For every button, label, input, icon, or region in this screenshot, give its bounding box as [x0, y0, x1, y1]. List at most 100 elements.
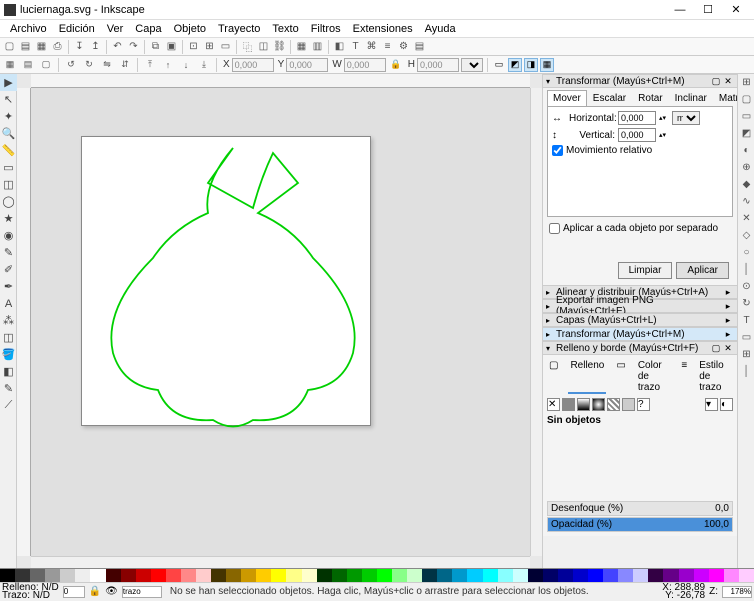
- palette-color[interactable]: [452, 569, 467, 583]
- xml-icon[interactable]: ⌘: [364, 39, 379, 54]
- tab-escalar[interactable]: Escalar: [587, 90, 632, 106]
- dropper-tool[interactable]: ✎: [0, 380, 17, 397]
- palette-color[interactable]: [151, 569, 166, 583]
- zoom-sel-icon[interactable]: ⊡: [186, 39, 201, 54]
- unlink-icon[interactable]: ⛓: [272, 39, 287, 54]
- apply-button[interactable]: Aplicar: [676, 262, 729, 279]
- scrollbar-horizontal[interactable]: [31, 556, 530, 568]
- close-panel-icon[interactable]: ▸: [722, 315, 734, 326]
- lower-icon[interactable]: ↓: [178, 57, 194, 72]
- palette-color[interactable]: [166, 569, 181, 583]
- new-icon[interactable]: ▢: [2, 39, 17, 54]
- save-icon[interactable]: ▦: [34, 39, 49, 54]
- snap-enable-icon[interactable]: ⊞: [738, 74, 754, 91]
- zoom-tool[interactable]: 🔍: [0, 125, 17, 142]
- 3dbox-tool[interactable]: ◫: [0, 176, 17, 193]
- tab-rotar[interactable]: Rotar: [632, 90, 668, 106]
- palette-color[interactable]: [226, 569, 241, 583]
- palette-color[interactable]: [362, 569, 377, 583]
- snap-obj-center-icon[interactable]: ⊙: [738, 278, 754, 295]
- unknown-icon[interactable]: ?: [637, 398, 650, 411]
- select-layers-icon[interactable]: ▤: [20, 57, 36, 72]
- select-all-icon[interactable]: ▦: [2, 57, 18, 72]
- firefly-shape[interactable]: [83, 138, 383, 438]
- color-palette[interactable]: [0, 568, 754, 582]
- close-panel-icon[interactable]: ▸: [722, 329, 734, 340]
- snap-rotation-icon[interactable]: ↻: [738, 295, 754, 312]
- palette-color[interactable]: [603, 569, 618, 583]
- blur-slider[interactable]: Desenfoque (%) 0,0: [547, 501, 733, 516]
- connector-tool[interactable]: ⟋: [0, 397, 17, 414]
- menu-texto[interactable]: Texto: [266, 21, 304, 37]
- snap-page-icon[interactable]: ▭: [738, 329, 754, 346]
- zoom-page-icon[interactable]: ▭: [218, 39, 233, 54]
- gradient-tool[interactable]: ◧: [0, 363, 17, 380]
- ungroup-icon[interactable]: ▥: [310, 39, 325, 54]
- palette-color[interactable]: [558, 569, 573, 583]
- snap-grid-icon[interactable]: ⊞: [738, 346, 754, 363]
- ruler-horizontal[interactable]: [31, 74, 530, 88]
- undo-icon[interactable]: ↶: [110, 39, 125, 54]
- palette-color[interactable]: [106, 569, 121, 583]
- palette-color[interactable]: [302, 569, 317, 583]
- palette-color[interactable]: [271, 569, 286, 583]
- lock-icon[interactable]: 🔒: [89, 586, 101, 597]
- apply-sep-checkbox[interactable]: [549, 223, 560, 234]
- text-dialog-icon[interactable]: T: [348, 39, 363, 54]
- menu-ver[interactable]: Ver: [101, 21, 130, 37]
- evenodd-icon[interactable]: ▾: [705, 398, 718, 411]
- measure-tool[interactable]: 📏: [0, 142, 17, 159]
- close-panel-icon[interactable]: ✕: [722, 76, 734, 87]
- group-icon[interactable]: ▦: [294, 39, 309, 54]
- affect-stroke-icon[interactable]: ▭: [492, 58, 506, 72]
- docprefs-icon[interactable]: ▤: [412, 39, 427, 54]
- opacity-input[interactable]: [63, 586, 85, 598]
- radial-grad-icon[interactable]: [592, 398, 605, 411]
- snap-bbox-icon[interactable]: ▢: [738, 91, 754, 108]
- paste-icon[interactable]: ▣: [164, 39, 179, 54]
- raise-icon[interactable]: ↑: [160, 57, 176, 72]
- menu-objeto[interactable]: Objeto: [168, 21, 212, 37]
- scrollbar-vertical[interactable]: [530, 88, 542, 556]
- palette-color[interactable]: [332, 569, 347, 583]
- palette-color[interactable]: [256, 569, 271, 583]
- menu-archivo[interactable]: Archivo: [4, 21, 53, 37]
- duplicate-icon[interactable]: ⿻: [240, 39, 255, 54]
- palette-color[interactable]: [437, 569, 452, 583]
- maximize-button[interactable]: ☐: [694, 1, 722, 19]
- no-paint-icon[interactable]: ✕: [547, 398, 560, 411]
- palette-color[interactable]: [648, 569, 663, 583]
- zoom-draw-icon[interactable]: ⊞: [202, 39, 217, 54]
- print-icon[interactable]: ⎙: [50, 39, 65, 54]
- prefs-icon[interactable]: ⚙: [396, 39, 411, 54]
- swatch-icon[interactable]: [622, 398, 635, 411]
- import-icon[interactable]: ↧: [72, 39, 87, 54]
- redo-icon[interactable]: ↷: [126, 39, 141, 54]
- rotate-cw-icon[interactable]: ↻: [81, 57, 97, 72]
- fill-tool[interactable]: 🪣: [0, 346, 17, 363]
- open-icon[interactable]: ▤: [18, 39, 33, 54]
- palette-color[interactable]: [709, 569, 724, 583]
- canvas[interactable]: [31, 88, 530, 556]
- copy-icon[interactable]: ⧉: [148, 39, 163, 54]
- palette-color[interactable]: [422, 569, 437, 583]
- palette-color[interactable]: [181, 569, 196, 583]
- rotate-ccw-icon[interactable]: ↺: [63, 57, 79, 72]
- palette-color[interactable]: [317, 569, 332, 583]
- palette-color[interactable]: [121, 569, 136, 583]
- opacity-slider[interactable]: Opacidad (%) 100,0: [547, 517, 733, 532]
- menu-extensiones[interactable]: Extensiones: [347, 21, 419, 37]
- horizontal-input[interactable]: [618, 111, 656, 125]
- h-input[interactable]: [417, 58, 459, 72]
- snap-line-mid-icon[interactable]: │: [738, 261, 754, 278]
- ruler-vertical[interactable]: [17, 88, 31, 556]
- transform2-panel-header[interactable]: ▸ Transformar (Mayús+Ctrl+M) ▸: [543, 327, 737, 341]
- layers-panel-header[interactable]: ▸ Capas (Mayús+Ctrl+L) ▸: [543, 313, 737, 327]
- menu-ayuda[interactable]: Ayuda: [419, 21, 462, 37]
- clear-button[interactable]: Limpiar: [618, 262, 673, 279]
- rect-tool[interactable]: ▭: [0, 159, 17, 176]
- ellipse-tool[interactable]: ◯: [0, 193, 17, 210]
- snap-text-icon[interactable]: T: [738, 312, 754, 329]
- undock-icon[interactable]: ▢: [710, 343, 722, 354]
- fill-dialog-icon[interactable]: ◧: [332, 39, 347, 54]
